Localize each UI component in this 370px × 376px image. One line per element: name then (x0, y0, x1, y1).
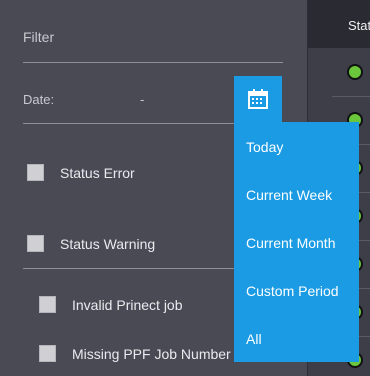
status-error-option[interactable]: Status Error (27, 164, 135, 181)
date-label: Date: (23, 92, 55, 107)
date-value: - (140, 92, 145, 107)
menu-item-today[interactable]: Today (246, 139, 283, 155)
invalid-prinect-checkbox[interactable] (39, 296, 56, 313)
date-dropdown-menu: Today Current Week Current Month Custom … (234, 122, 359, 362)
status-warning-option[interactable]: Status Warning (27, 235, 155, 252)
menu-item-custom-period[interactable]: Custom Period (246, 283, 339, 299)
missing-ppf-option[interactable]: Missing PPF Job Number (39, 345, 231, 362)
status-column-header[interactable]: Stat (348, 18, 370, 33)
invalid-prinect-label: Invalid Prinect job (72, 296, 183, 313)
invalid-prinect-option[interactable]: Invalid Prinect job (39, 296, 183, 313)
calendar-icon (248, 89, 268, 109)
status-error-label: Status Error (60, 164, 135, 181)
status-warning-label: Status Warning (60, 235, 156, 252)
filter-title: Filter (23, 29, 55, 45)
divider (23, 123, 234, 124)
missing-ppf-label: Missing PPF Job Number (72, 345, 231, 362)
menu-item-current-month[interactable]: Current Month (246, 235, 335, 251)
table-header: Stat (308, 0, 370, 48)
status-error-checkbox[interactable] (27, 164, 44, 181)
divider (23, 62, 283, 63)
status-warning-checkbox[interactable] (27, 235, 44, 252)
calendar-button[interactable] (234, 76, 282, 122)
menu-item-current-week[interactable]: Current Week (246, 187, 332, 203)
divider (23, 268, 234, 269)
menu-item-all[interactable]: All (246, 331, 262, 347)
status-ok-icon (347, 64, 363, 80)
missing-ppf-checkbox[interactable] (39, 345, 56, 362)
row-divider (332, 96, 370, 97)
